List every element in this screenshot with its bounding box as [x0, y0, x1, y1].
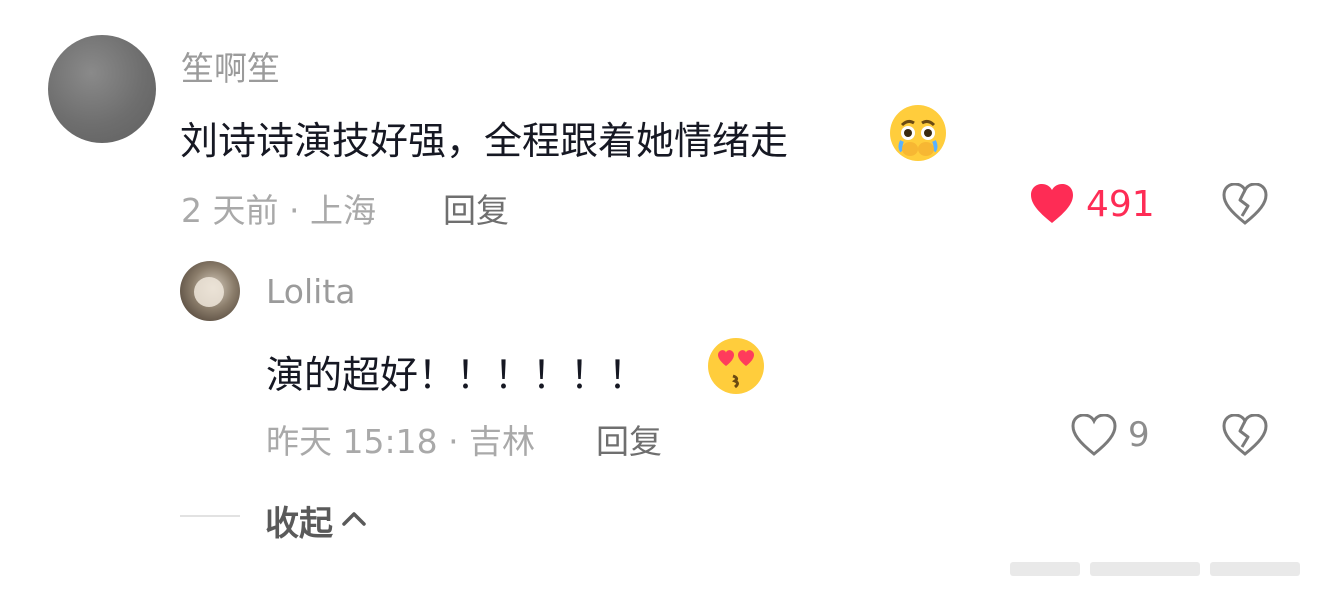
- comment-username[interactable]: 笙啊笙: [181, 42, 280, 90]
- heart-outline-icon[interactable]: [1071, 414, 1117, 456]
- watermark: [1010, 552, 1300, 586]
- commenter-avatar[interactable]: [48, 35, 156, 143]
- reply-avatar[interactable]: [180, 261, 240, 321]
- kiss-heart-eyes-emoji: [706, 336, 766, 396]
- reply-like-count: 9: [1128, 415, 1150, 455]
- crying-pleading-emoji: [888, 103, 948, 163]
- reply-meta: 昨天 15:18 · 吉林: [266, 422, 536, 461]
- broken-heart-icon[interactable]: [1222, 414, 1268, 456]
- comment-meta: 2 天前 · 上海: [181, 191, 376, 230]
- chevron-up-icon: [341, 510, 367, 532]
- comment-text: 刘诗诗演技好强，全程跟着她情绪走: [180, 119, 789, 163]
- like-count: 491: [1086, 184, 1155, 225]
- reply-button[interactable]: 回复: [443, 184, 509, 232]
- collapse-button[interactable]: 收起: [265, 496, 367, 545]
- reply-reply-button[interactable]: 回复: [596, 415, 662, 463]
- broken-heart-icon[interactable]: [1222, 183, 1268, 225]
- collapse-divider: [180, 515, 240, 517]
- heart-filled-icon[interactable]: [1029, 183, 1075, 225]
- reply-username[interactable]: Lolita: [266, 272, 356, 311]
- collapse-label: 收起: [265, 504, 333, 544]
- reply-text: 演的超好！！！！！！: [266, 353, 647, 397]
